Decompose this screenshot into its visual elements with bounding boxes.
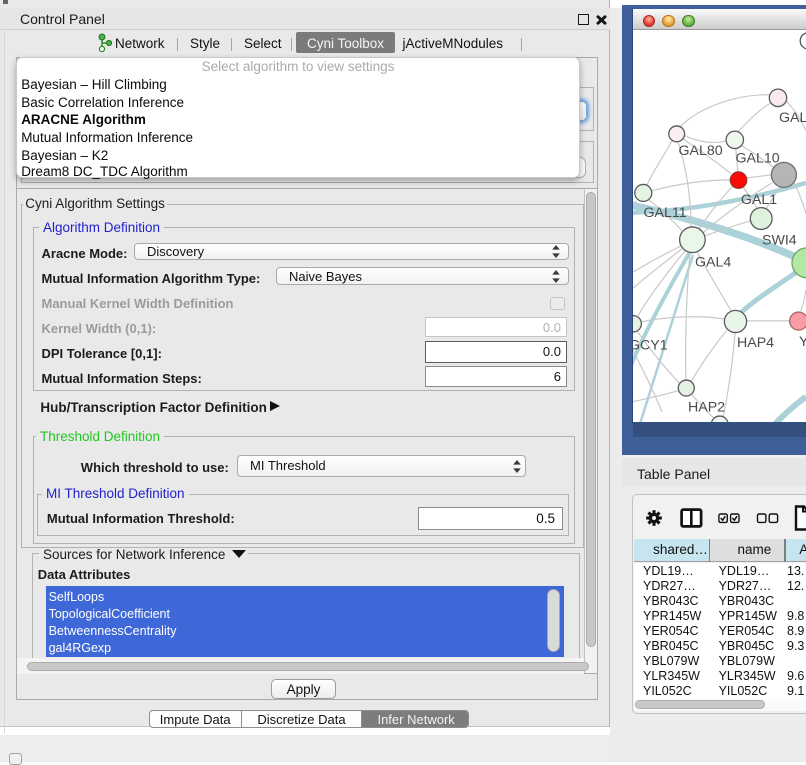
svg-text:GAL80: GAL80 <box>679 143 723 159</box>
svg-text:SWI4: SWI4 <box>762 233 797 249</box>
svg-text:GAL10: GAL10 <box>736 151 780 167</box>
svg-text:YP: YP <box>799 334 806 350</box>
svg-text:GAL7: GAL7 <box>779 110 806 126</box>
svg-text:GAL11: GAL11 <box>644 205 687 221</box>
svg-text:GCY1: GCY1 <box>633 338 668 354</box>
svg-text:GAL1: GAL1 <box>741 192 777 208</box>
svg-text:HAP4: HAP4 <box>737 335 774 351</box>
svg-text:GAL4: GAL4 <box>695 255 731 271</box>
svg-text:HAP2: HAP2 <box>688 400 725 416</box>
